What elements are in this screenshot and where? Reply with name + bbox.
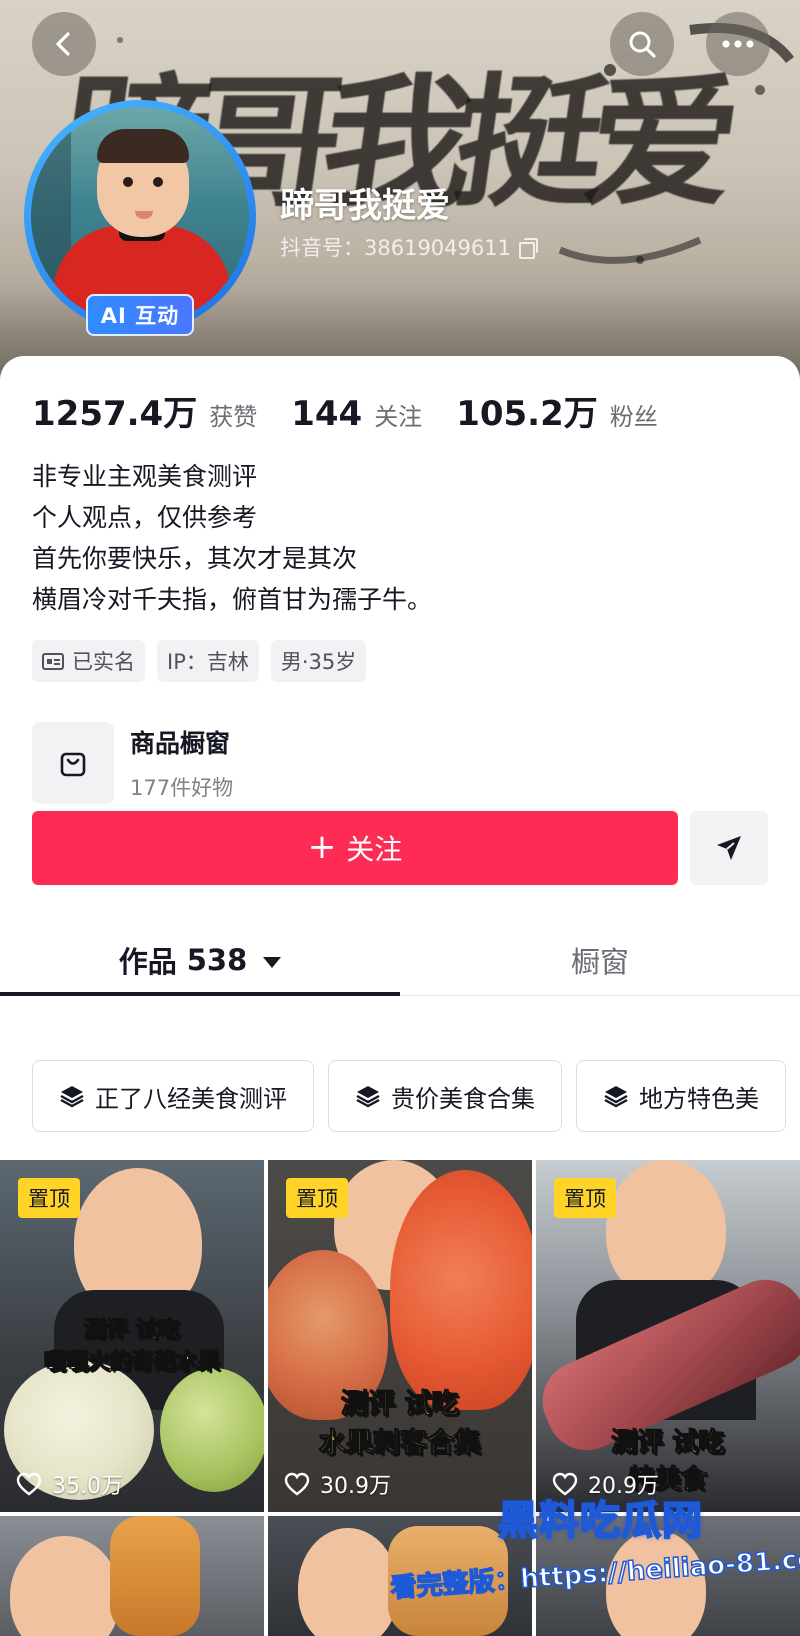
stats-row: 1257.4万 获赞 144 关注 105.2万 粉丝 <box>32 386 692 435</box>
plus-icon: + <box>307 826 337 867</box>
bio-line: 个人观点，仅供参考 <box>32 503 258 532</box>
paper-plane-icon <box>717 836 741 860</box>
tag-verified[interactable]: 已实名 <box>32 640 145 682</box>
stat-label: 关注 <box>374 403 423 431</box>
copy-icon[interactable] <box>518 238 538 259</box>
search-button[interactable] <box>610 12 674 76</box>
tag-label: 已实名 <box>72 650 135 674</box>
like-count-text: 35.0万 <box>52 1474 123 1499</box>
collection-label: 贵价美食合集 <box>391 1084 535 1113</box>
tag-label: IP：吉林 <box>167 650 249 674</box>
tag-gender-age: 男·35岁 <box>270 640 367 682</box>
avatar-photo <box>31 107 249 325</box>
search-icon <box>629 31 656 58</box>
douyin-id[interactable]: 抖音号：38619049611 <box>280 232 538 262</box>
caption-top: 测评 试吃 <box>341 1389 459 1421</box>
like-count: 35.0万 <box>16 1468 123 1500</box>
collection-chip[interactable]: 贵价美食合集 <box>328 1060 562 1132</box>
back-button[interactable] <box>32 12 96 76</box>
collection-chips: 正了八经美食测评 贵价美食合集 地方特色美 <box>32 1060 786 1132</box>
caption-bottom: 嘎嘎火的奇葩水果 <box>43 1350 220 1376</box>
send-message-button[interactable] <box>690 811 768 885</box>
heart-icon <box>284 1472 310 1496</box>
watermark-overlay: 黑料吃瓜网 看完整版：https://heiliao-81.com <box>389 1488 800 1636</box>
stat-following[interactable]: 144 关注 <box>291 394 422 434</box>
video-tile[interactable] <box>0 1516 264 1636</box>
bio-line: 非专业主观美食测评 <box>32 462 258 491</box>
tab-works-label: 作品 <box>118 945 177 979</box>
video-tile[interactable]: 测评 试吃 水果刺客合集 置顶 30.9万 <box>268 1160 532 1512</box>
shopping-bag-icon <box>60 752 86 777</box>
video-caption: 测评 试吃 嘎嘎火的奇葩水果 <box>0 1312 264 1376</box>
layers-icon <box>356 1086 380 1108</box>
pinned-badge: 置顶 <box>286 1178 348 1218</box>
tag-label: 男·35岁 <box>280 650 357 674</box>
like-count: 30.9万 <box>284 1468 391 1500</box>
profile-name: 蹄哥我挺爱 <box>280 186 450 226</box>
video-tile[interactable]: 测评 试吃 嘎嘎火的奇葩水果 置顶 35.0万 <box>0 1160 264 1512</box>
profile-tags: 已实名 IP：吉林 男·35岁 <box>32 640 367 682</box>
pinned-badge: 置顶 <box>18 1178 80 1218</box>
stat-followers[interactable]: 105.2万 粉丝 <box>456 386 658 435</box>
layers-icon <box>604 1086 628 1108</box>
heart-icon <box>16 1472 42 1496</box>
more-dots-icon <box>722 40 754 48</box>
stat-value: 144 <box>291 394 363 434</box>
content-tabs: 作品 538 橱窗 <box>0 924 800 996</box>
id-card-icon <box>42 652 64 670</box>
watermark-url: 看完整版：https://heiliao-81.com <box>389 1542 800 1605</box>
like-count-text: 30.9万 <box>320 1474 391 1499</box>
tab-showcase[interactable]: 橱窗 <box>400 924 800 996</box>
stat-likes[interactable]: 1257.4万 获赞 <box>32 386 257 435</box>
tab-active-indicator <box>0 992 400 996</box>
collection-chip[interactable]: 地方特色美 <box>576 1060 786 1132</box>
collection-chip[interactable]: 正了八经美食测评 <box>32 1060 314 1132</box>
pinned-badge: 置顶 <box>554 1178 616 1218</box>
watermark-title: 黑料吃瓜网 <box>497 1497 703 1545</box>
follow-label: 关注 <box>346 833 403 866</box>
tab-works-count: 538 <box>186 943 248 977</box>
shop-icon-box <box>32 722 114 804</box>
stat-value: 1257.4万 <box>32 394 198 434</box>
caption-bottom: 水果刺客合集 <box>319 1428 482 1460</box>
bio-line: 首先你要快乐，其次才是其次 <box>32 544 358 573</box>
follow-button[interactable]: + 关注 <box>32 811 678 885</box>
shop-subtitle: 177件好物 <box>130 776 234 800</box>
tab-works[interactable]: 作品 538 <box>0 924 400 996</box>
chevron-left-icon <box>56 32 70 56</box>
layers-icon <box>60 1086 84 1108</box>
tag-ip: IP：吉林 <box>157 640 259 682</box>
shop-window-entry[interactable]: 商品橱窗 177件好物 <box>32 722 233 804</box>
bio-line: 横眉冷对千夫指，俯首甘为孺子牛。 <box>32 585 433 614</box>
shop-title: 商品橱窗 <box>130 729 231 758</box>
stat-label: 粉丝 <box>609 403 658 431</box>
stat-label: 获赞 <box>209 403 258 431</box>
video-tile[interactable]: 测评 试吃 特美食 置顶 20.9万 <box>536 1160 800 1512</box>
video-caption: 测评 试吃 水果刺客合集 <box>268 1382 532 1460</box>
caption-top: 测评 试吃 <box>611 1428 725 1459</box>
stat-value: 105.2万 <box>456 394 598 434</box>
ai-interact-badge[interactable]: AI 互动 <box>86 294 194 336</box>
collection-label: 正了八经美食测评 <box>95 1084 287 1113</box>
caption-top: 测评 试吃 <box>84 1318 181 1344</box>
collection-label: 地方特色美 <box>639 1084 759 1113</box>
more-button[interactable] <box>706 12 770 76</box>
bio: 非专业主观美食测评 个人观点，仅供参考 首先你要快乐，其次才是其次 横眉冷对千夫… <box>32 456 432 620</box>
caret-down-icon <box>263 956 282 968</box>
douyin-id-text: 抖音号：38619049611 <box>280 236 511 260</box>
